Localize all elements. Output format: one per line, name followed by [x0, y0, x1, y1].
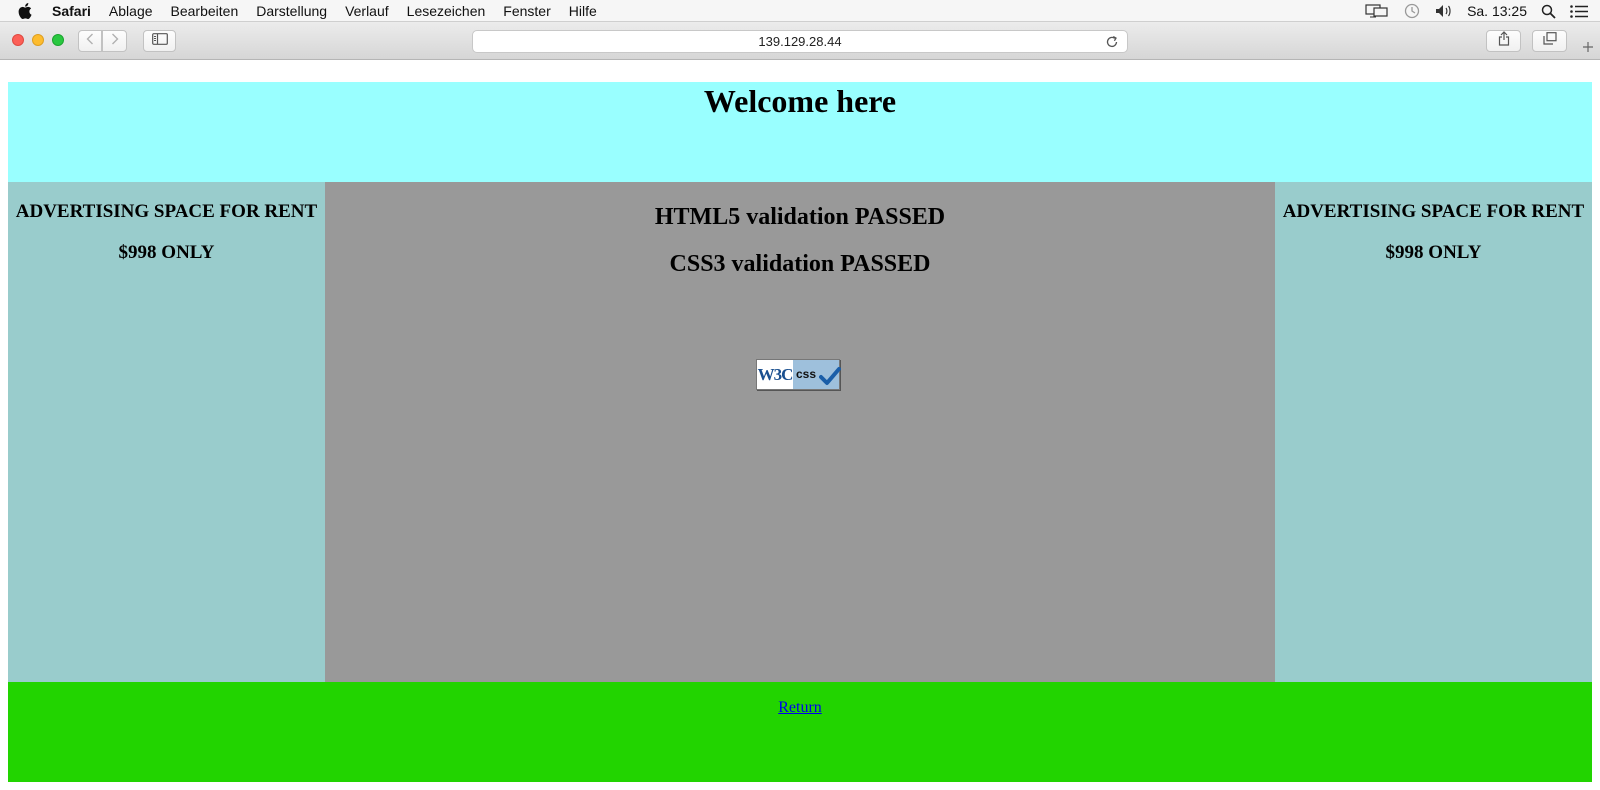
share-button[interactable]	[1486, 30, 1521, 52]
sidebar-toggle-button[interactable]	[143, 30, 176, 52]
main-content: HTML5 validation PASSED CSS3 validation …	[325, 182, 1275, 682]
notification-center-icon[interactable]	[1570, 4, 1588, 18]
window-close-button[interactable]	[12, 34, 24, 46]
checkmark-icon	[819, 366, 841, 396]
css3-validation-text: CSS3 validation PASSED	[669, 251, 931, 277]
apple-logo-icon[interactable]	[18, 2, 36, 20]
show-tabs-button[interactable]	[1532, 30, 1567, 52]
left-ad-title: ADVERTISING SPACE FOR RENT	[15, 201, 318, 222]
chevron-left-icon	[86, 32, 94, 50]
badge-css-text: css	[796, 367, 817, 381]
menu-ablage[interactable]: Ablage	[109, 3, 153, 19]
airplay-display-icon[interactable]	[1365, 4, 1389, 18]
volume-icon[interactable]	[1435, 4, 1453, 18]
forward-button[interactable]	[102, 30, 127, 52]
w3c-badge-label: css	[793, 360, 841, 389]
chevron-right-icon	[111, 32, 119, 50]
left-ad-price: $998 ONLY	[118, 242, 215, 263]
return-link[interactable]: Return	[778, 699, 822, 717]
menu-safari[interactable]: Safari	[52, 3, 91, 19]
window-minimize-button[interactable]	[32, 34, 44, 46]
html5-validation-text: HTML5 validation PASSED	[654, 204, 946, 230]
right-ad-title: ADVERTISING SPACE FOR RENT	[1282, 201, 1585, 222]
menu-darstellung[interactable]: Darstellung	[256, 3, 327, 19]
left-ad-panel: ADVERTISING SPACE FOR RENT $998 ONLY	[8, 182, 325, 682]
address-bar[interactable]: 139.129.28.44	[472, 30, 1128, 53]
menu-fenster[interactable]: Fenster	[503, 3, 550, 19]
back-button[interactable]	[78, 30, 102, 52]
spotlight-search-icon[interactable]	[1541, 4, 1556, 19]
plus-icon	[1582, 37, 1594, 58]
sidebar-icon	[151, 32, 168, 50]
w3c-css-badge[interactable]: W3C css	[756, 359, 841, 390]
time-machine-icon[interactable]	[1403, 3, 1421, 19]
share-icon	[1498, 31, 1510, 51]
page-header: Welcome here	[8, 82, 1592, 182]
right-ad-price: $998 ONLY	[1385, 242, 1482, 263]
new-tab-button[interactable]	[1576, 36, 1600, 58]
reload-icon[interactable]	[1105, 35, 1119, 52]
menu-verlauf[interactable]: Verlauf	[345, 3, 389, 19]
menu-hilfe[interactable]: Hilfe	[569, 3, 597, 19]
menu-lesezeichen[interactable]: Lesezeichen	[407, 3, 486, 19]
page-title: Welcome here	[703, 83, 897, 119]
address-url: 139.129.28.44	[758, 34, 842, 49]
menu-bearbeiten[interactable]: Bearbeiten	[171, 3, 239, 19]
right-ad-panel: ADVERTISING SPACE FOR RENT $998 ONLY	[1275, 182, 1592, 682]
browser-toolbar: 139.129.28.44	[0, 22, 1600, 60]
menubar-clock[interactable]: Sa. 13:25	[1467, 3, 1527, 19]
page-footer: Return	[8, 682, 1592, 782]
window-zoom-button[interactable]	[52, 34, 64, 46]
tabs-overview-icon	[1542, 32, 1557, 50]
web-page: Welcome here ADVERTISING SPACE FOR RENT …	[0, 61, 1600, 790]
w3c-logo: W3C	[757, 364, 794, 384]
menu-bar: Safari Ablage Bearbeiten Darstellung Ver…	[0, 0, 1600, 22]
